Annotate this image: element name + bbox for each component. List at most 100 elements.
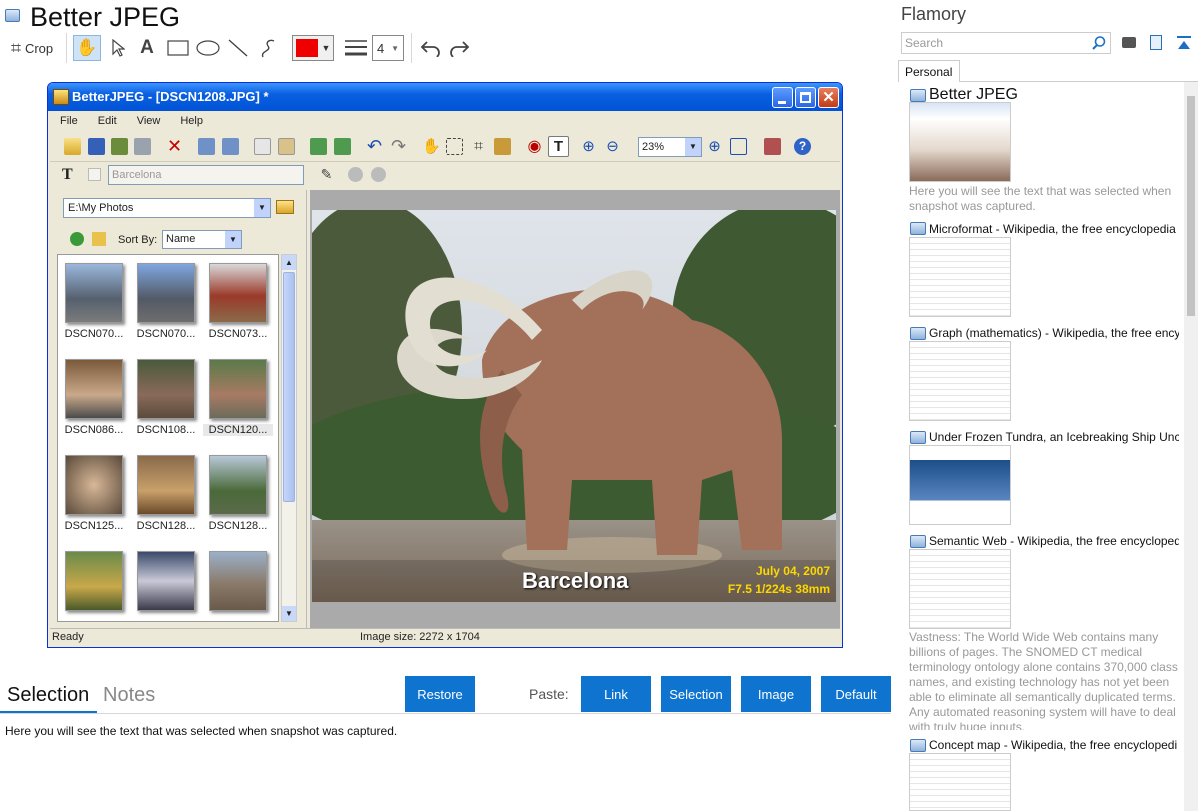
thumbnail-item[interactable]: DSCN108... [131,353,201,445]
mammoth-photo: Barcelona July 04, 2007 F7.5 1/224s 38mm [312,210,836,602]
crop-button[interactable]: ⌗ Crop [6,35,58,61]
search-input[interactable]: Search [901,32,1111,54]
rotate-right-icon[interactable] [334,138,351,155]
apply-icon[interactable] [348,167,363,182]
print-icon[interactable] [134,138,151,155]
sort-select[interactable]: Name ▼ [162,230,242,249]
maximize-button[interactable] [795,87,816,108]
freehand-tool-button[interactable] [256,35,280,61]
thumbnail-item[interactable] [59,545,129,621]
folder-select[interactable]: E:\My Photos ▼ [63,198,271,218]
snapshot-title[interactable]: Concept map - Wikipedia, the free encycl… [929,738,1179,752]
thumbnail-item[interactable] [131,545,201,621]
up-folder-icon[interactable] [92,232,106,246]
thumbnail-item[interactable]: DSCN128... [131,449,201,541]
rectangle-tool-button[interactable] [165,35,191,61]
menu-view[interactable]: View [127,112,171,132]
zoom-in-icon[interactable]: ⊕ [580,138,597,155]
snapshot-thumbnail[interactable] [909,341,1011,421]
rotate-left-icon[interactable] [310,138,327,155]
document-icon[interactable] [1150,35,1162,50]
paste-icon[interactable] [278,138,295,155]
paste-image-button[interactable]: Image [741,676,811,712]
restore-button[interactable]: Restore [405,676,475,712]
scroll-down-icon[interactable]: ▼ [282,606,296,621]
thumbnail-item-selected[interactable]: DSCN120... [203,353,273,445]
open-icon[interactable] [64,138,81,155]
select-rect-icon[interactable] [446,138,463,155]
thumbnail-item[interactable]: DSCN070... [59,257,129,349]
redo-icon[interactable]: ↷ [390,137,407,155]
line-tool-button[interactable] [226,35,250,61]
selection-text: Here you will see the text that was sele… [5,724,398,738]
close-button[interactable]: ✕ [818,87,839,108]
menu-help[interactable]: Help [170,112,213,132]
snapshot-thumbnail[interactable] [909,445,1011,525]
save-icon[interactable] [88,138,105,155]
collapse-icon[interactable] [1176,35,1192,51]
ellipse-tool-button[interactable] [195,35,221,61]
thumbnail-item[interactable]: DSCN128... [203,449,273,541]
save-as-icon[interactable] [111,138,128,155]
next-icon[interactable] [222,138,239,155]
thumbnail-item[interactable]: DSCN086... [59,353,129,445]
thumbnail-item[interactable]: DSCN125... [59,449,129,541]
text-overlay-icon[interactable]: T [548,136,569,157]
tab-personal[interactable]: Personal [898,60,960,82]
hand-tool-button[interactable]: ✋ [73,35,101,61]
redo-button[interactable] [447,35,473,61]
eye-icon[interactable]: ◉ [526,138,543,155]
zoom-actual-icon[interactable] [730,138,747,155]
zoom-select[interactable]: 23% ▼ [638,137,702,157]
thumbnail-caption: DSCN070... [64,328,124,340]
snapshot-thumbnail[interactable] [909,102,1011,182]
snapshot-title[interactable]: Graph (mathematics) - Wikipedia, the fre… [929,326,1179,340]
thumbnail-item[interactable]: DSCN070... [131,257,201,349]
sidebar-scrollbar[interactable] [1184,82,1198,811]
snapshot-title[interactable]: Semantic Web - Wikipedia, the free encyc… [929,534,1179,548]
minimize-button[interactable] [772,87,793,108]
thumbnail-scrollbar[interactable]: ▲ ▼ [281,254,297,622]
menu-file[interactable]: File [50,112,88,132]
overlay-text-input[interactable]: Barcelona [108,165,304,185]
hand-icon[interactable]: ✋ [422,138,441,155]
tab-selection[interactable]: Selection [7,684,89,707]
crop-icon[interactable]: ⌗ [470,138,487,155]
copy-icon[interactable] [254,138,271,155]
scroll-up-icon[interactable]: ▲ [282,255,296,270]
undo-icon[interactable]: ↶ [366,137,383,155]
tab-notes[interactable]: Notes [103,684,155,707]
cancel-icon[interactable] [371,167,386,182]
paste-link-button[interactable]: Link [581,676,651,712]
select-tool-button[interactable] [106,35,130,61]
settings-icon[interactable] [764,138,781,155]
sidebar-scroll-thumb[interactable] [1187,96,1195,316]
snapshot-title[interactable]: Microformat - Wikipedia, the free encycl… [929,222,1179,236]
snapshot-thumbnail[interactable] [909,753,1011,811]
text-enable-checkbox[interactable] [88,168,101,181]
resize-icon[interactable] [494,138,511,155]
text-tool-button[interactable]: A [135,35,159,61]
color-picker[interactable]: ▼ [292,35,334,61]
thumbnail-item[interactable]: DSCN073... [203,257,273,349]
zoom-fit-icon[interactable]: ⊕ [706,138,723,155]
snapshot-title[interactable]: Under Frozen Tundra, an Icebreaking Ship… [929,430,1179,444]
paste-default-button[interactable]: Default [821,676,891,712]
zoom-out-icon[interactable]: ⊖ [604,138,621,155]
text-tools-icon[interactable]: ✎ [318,166,335,183]
menu-edit[interactable]: Edit [88,112,127,132]
scroll-thumb[interactable] [283,272,295,502]
prev-icon[interactable] [198,138,215,155]
paste-selection-button[interactable]: Selection [661,676,731,712]
snapshot-thumbnail[interactable] [909,549,1011,629]
delete-icon[interactable]: ✕ [166,137,183,155]
camera-icon[interactable] [1122,37,1136,48]
undo-button[interactable] [417,35,443,61]
line-width-select[interactable]: 4 ▼ [372,35,404,61]
refresh-icon[interactable] [70,232,84,246]
browse-folder-icon[interactable] [276,200,294,214]
help-icon[interactable]: ? [794,138,811,155]
chevron-down-icon: ▼ [225,231,241,248]
thumbnail-item[interactable] [203,545,273,621]
snapshot-thumbnail[interactable] [909,237,1011,317]
